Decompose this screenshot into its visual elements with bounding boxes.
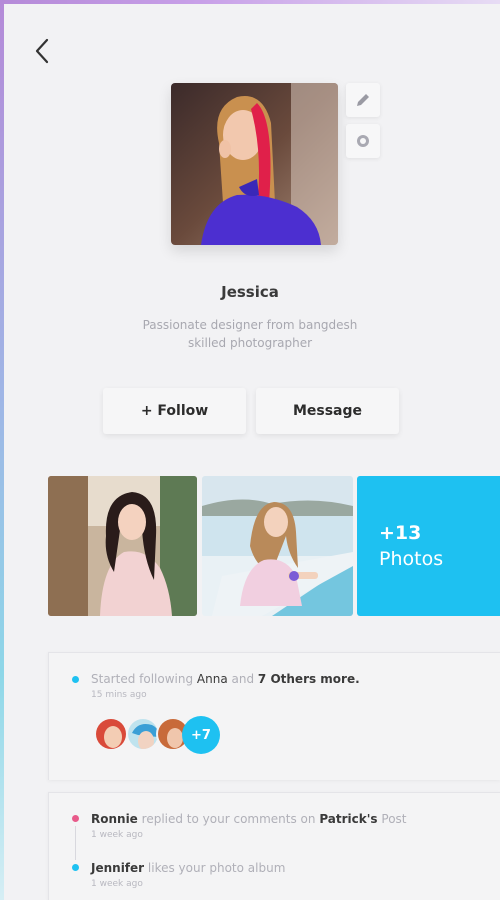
- profile-avatar: [171, 83, 338, 245]
- gear-icon: [357, 135, 369, 147]
- bio-line-2: skilled photographer: [187, 336, 313, 350]
- activity-time-2: 1 week ago: [91, 830, 143, 840]
- activity-dot-pink: [72, 815, 79, 822]
- profile-name: Jessica: [221, 283, 279, 301]
- edit-profile-button[interactable]: [346, 83, 380, 117]
- more-followers-badge[interactable]: +7: [182, 716, 220, 754]
- timeline-line: [75, 826, 76, 860]
- activity-like-text: Jennifer likes your photo album: [91, 861, 285, 875]
- top-gradient-edge: [0, 0, 500, 4]
- photo-thumbnail-1[interactable]: [48, 476, 197, 616]
- activity-actor-ronnie[interactable]: Ronnie: [91, 812, 138, 826]
- more-photos-label: Photos: [379, 548, 444, 570]
- back-button[interactable]: [28, 34, 56, 68]
- more-photos-tile[interactable]: +13 Photos: [357, 476, 500, 616]
- activity-comment-middle: replied to your comments on: [141, 812, 316, 826]
- activity-comment-suffix: Post: [381, 812, 407, 826]
- profile-bio: Passionate designer from bangdesh skille…: [130, 316, 370, 352]
- activity-time-1: 15 mins ago: [91, 690, 147, 700]
- photo-thumbnail-2[interactable]: [202, 476, 353, 616]
- activity-comment-text: Ronnie replied to your comments on Patri…: [91, 812, 407, 826]
- settings-button[interactable]: [346, 124, 380, 158]
- follower-avatar-2[interactable]: [126, 717, 160, 751]
- activity-prefix: Started following: [91, 672, 194, 686]
- follower-avatar-1[interactable]: [94, 717, 128, 751]
- activity-connector: and: [231, 672, 255, 686]
- more-photos-count: +13: [379, 522, 422, 544]
- activity-following-text: Started following Anna and 7 Others more…: [91, 672, 360, 686]
- activity-dot-blue-2: [72, 864, 79, 871]
- activity-dot-blue: [72, 676, 79, 683]
- activity-time-3: 1 week ago: [91, 879, 143, 889]
- activity-target-anna[interactable]: Anna: [197, 672, 228, 686]
- bio-line-1: Passionate designer from bangdesh: [142, 318, 358, 332]
- activity-others-link[interactable]: 7 Others more.: [258, 672, 360, 686]
- message-button[interactable]: Message: [256, 388, 399, 434]
- activity-actor-jennifer[interactable]: Jennifer: [91, 861, 144, 875]
- activity-target-patrick[interactable]: Patrick's: [319, 812, 377, 826]
- follow-button[interactable]: + Follow: [103, 388, 246, 434]
- pencil-icon: [357, 94, 369, 106]
- chevron-left-icon: [35, 38, 49, 64]
- activity-like-middle: likes your photo album: [147, 861, 286, 875]
- left-gradient-edge: [0, 0, 4, 900]
